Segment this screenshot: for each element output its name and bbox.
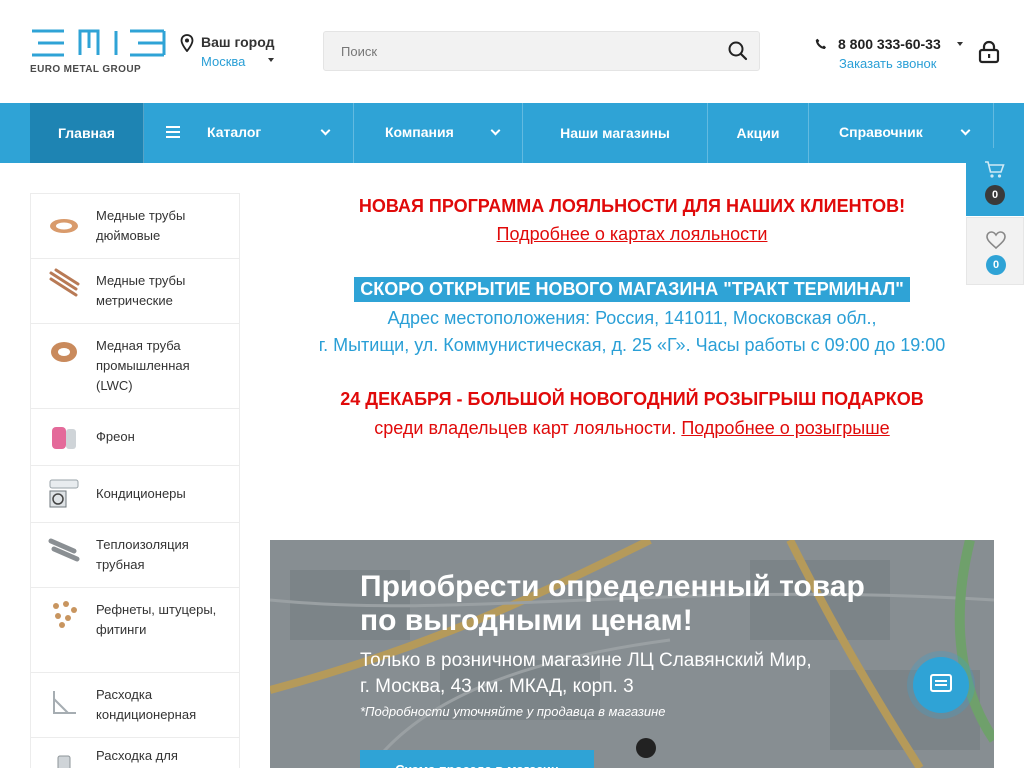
search-input[interactable]	[324, 32, 704, 70]
search-icon[interactable]	[727, 40, 749, 62]
catalog-sidebar: Медные трубы дюймовые Медные трубы метри…	[30, 193, 240, 768]
main-nav: Главная Каталог Компания Наши магазины А…	[0, 103, 1024, 163]
city-label: Ваш город	[201, 34, 275, 50]
raffle-title: 24 ДЕКАБРЯ - БОЛЬШОЙ НОВОГОДНИЙ РОЗЫГРЫШ…	[340, 389, 924, 409]
banner-subtitle: Только в розничном магазине ЛЦ Славянски…	[360, 648, 960, 700]
chevron-down-icon	[960, 125, 971, 136]
promo-banner: Приобрести определенный товар по выгодны…	[270, 540, 994, 768]
lock-icon[interactable]	[978, 40, 1000, 64]
fittings-icon	[53, 601, 77, 628]
sidebar-item-copper-pipes-inch[interactable]: Медные трубы дюймовые	[31, 194, 239, 259]
callback-link[interactable]: Заказать звонок	[839, 56, 936, 71]
loyalty-link-row: Подробнее о картах лояльности	[270, 224, 994, 245]
copper-pipes-icon	[49, 268, 80, 297]
sidebar-item-freon[interactable]: Фреон	[31, 409, 239, 466]
banner-title-line: Приобрести определенный товар	[360, 570, 865, 603]
nav-item-catalog[interactable]: Каталог	[144, 103, 354, 163]
phone-number[interactable]: 8 800 333-60-33	[838, 36, 941, 52]
sidebar-item-label: Медная труба промышленная (LWC)	[96, 338, 190, 393]
cart-icon	[985, 161, 1005, 178]
banner-subtitle-line: Только в розничном магазине ЛЦ Славянски…	[360, 650, 812, 671]
location-pin-icon	[180, 34, 194, 52]
store-opening-title: СКОРО ОТКРЫТИЕ НОВОГО МАГАЗИНА "ТРАКТ ТЕ…	[354, 277, 910, 302]
banner-subtitle-line: г. Москва, 43 км. МКАД, корп. 3	[360, 676, 634, 697]
sidebar-item-label: Кондиционеры	[96, 486, 186, 501]
city-name[interactable]: Москва	[201, 54, 245, 69]
freon-cylinder-icon	[52, 427, 76, 449]
sidebar-item-fittings[interactable]: Рефнеты, штуцеры, фитинги	[31, 588, 239, 673]
sidebar-item-label: Расходка для	[96, 748, 178, 763]
menu-icon	[166, 126, 180, 138]
nav-item-home[interactable]: Главная	[30, 103, 144, 163]
sidebar-item-label: Фреон	[96, 429, 135, 444]
favorites-count-badge: 0	[986, 255, 1006, 275]
chevron-down-icon[interactable]	[957, 42, 963, 46]
raffle-link[interactable]: Подробнее о розыгрыше	[681, 418, 889, 438]
store-title-row: СКОРО ОТКРЫТИЕ НОВОГО МАГАЗИНА "ТРАКТ ТЕ…	[270, 277, 994, 302]
nav-item-label: Главная	[58, 125, 115, 141]
insulation-tube-icon	[48, 538, 80, 562]
nav-item-label: Справочник	[839, 124, 923, 140]
copper-coil-icon	[50, 219, 78, 233]
store-address-2: г. Мытищи, ул. Коммунистическая, д. 25 «…	[318, 335, 946, 355]
nav-item-promotions[interactable]: Акции	[708, 103, 809, 163]
sidebar-item-label: Медные трубы метрические	[96, 273, 186, 308]
header: EURO METAL GROUP Ваш город Москва 8 800 …	[0, 0, 1024, 103]
banner-title: Приобрести определенный товар по выгодны…	[360, 570, 960, 638]
sidebar-item-label: Медные трубы дюймовые	[96, 208, 186, 243]
logo[interactable]: EURO METAL GROUP	[30, 28, 170, 76]
sidebar-item-consumables[interactable]: Расходка кондиционерная	[31, 673, 239, 738]
loyalty-link[interactable]: Подробнее о картах лояльности	[497, 224, 768, 244]
chevron-down-icon	[268, 58, 274, 62]
chat-button[interactable]	[913, 657, 969, 713]
sidebar-item-insulation[interactable]: Теплоизоляция трубная	[31, 523, 239, 588]
chevron-down-icon	[320, 125, 331, 136]
sidebar-item-label: Расходка кондиционерная	[96, 687, 197, 722]
banner-note: *Подробности уточняйте у продавца в мага…	[360, 704, 666, 719]
nav-item-stores[interactable]: Наши магазины	[523, 103, 708, 163]
phone-icon	[815, 38, 826, 49]
sidebar-item-air-conditioners[interactable]: Кондиционеры	[31, 466, 239, 523]
sidebar-item-label: Рефнеты, штуцеры, фитинги	[96, 602, 217, 637]
banner-title-line: по выгодными ценам!	[360, 604, 693, 637]
search-bar	[323, 31, 760, 71]
chevron-down-icon	[490, 125, 501, 136]
chat-icon	[930, 674, 952, 692]
nav-item-label: Наши магазины	[560, 125, 670, 141]
nav-item-label: Каталог	[207, 124, 262, 140]
spray-can-icon	[57, 755, 71, 768]
air-conditioner-icon	[49, 479, 79, 508]
sidebar-item-label: Теплоизоляция трубная	[96, 537, 189, 572]
raffle-row: среди владельцев карт лояльности. Подроб…	[270, 418, 994, 439]
sidebar-item-industrial-pipe[interactable]: Медная труба промышленная (LWC)	[31, 324, 239, 409]
bracket-icon	[53, 691, 76, 714]
nav-item-company[interactable]: Компания	[354, 103, 523, 163]
copper-coil-icon	[51, 342, 77, 362]
nav-item-label: Акции	[736, 125, 780, 141]
logo-text: EURO METAL GROUP	[30, 64, 142, 75]
raffle-text: среди владельцев карт лояльности.	[374, 418, 677, 438]
route-button[interactable]: Схема проезда в магазин	[360, 750, 594, 768]
store-address-1: Адрес местоположения: Россия, 141011, Мо…	[387, 308, 877, 328]
nav-item-label: Компания	[385, 124, 454, 140]
sidebar-item-consumables-2[interactable]: Расходка для	[31, 738, 239, 768]
loyalty-title: НОВАЯ ПРОГРАММА ЛОЯЛЬНОСТИ ДЛЯ НАШИХ КЛИ…	[358, 196, 906, 216]
sidebar-item-copper-pipes-metric[interactable]: Медные трубы метрические	[31, 259, 239, 324]
logo-mark	[32, 29, 166, 57]
